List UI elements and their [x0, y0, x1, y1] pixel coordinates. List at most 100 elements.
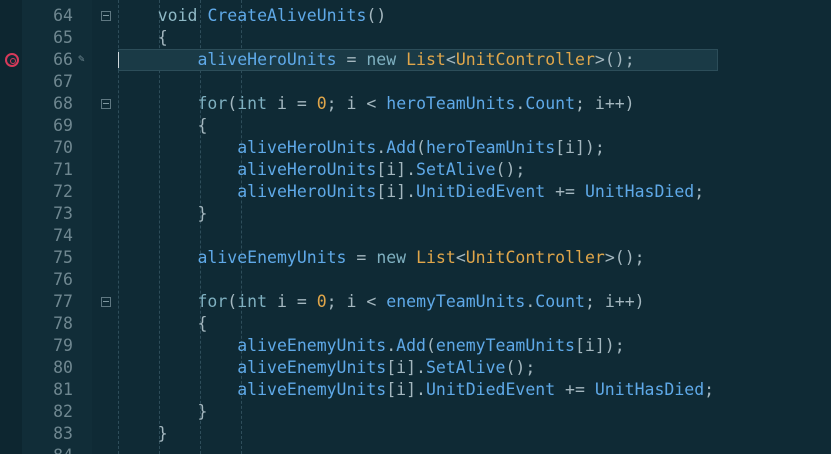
- code-token: [i].: [386, 380, 426, 399]
- code-token: int: [237, 292, 268, 311]
- code-line[interactable]: 69 {: [0, 115, 831, 137]
- code-editor[interactable]: 64 void CreateAliveUnits() 65 {✎ 66 aliveH…: [0, 0, 831, 454]
- code-line[interactable]: ✎ 66 aliveHeroUnits = new List<UnitContro…: [0, 49, 831, 71]
- code-token: void: [157, 6, 198, 25]
- line-number: 68: [53, 94, 73, 113]
- edit-pencil-icon: ✎: [78, 52, 85, 65]
- fold-toggle-icon[interactable]: [101, 99, 111, 109]
- code-line[interactable]: 73 }: [0, 203, 831, 225]
- code-token: UnitDiedEvent: [425, 380, 556, 399]
- code-text[interactable]: aliveHeroUnits.Add(heroTeamUnits[i]);: [118, 137, 605, 159]
- code-token: [i]);: [575, 336, 625, 355]
- code-line[interactable]: 67: [0, 71, 831, 93]
- code-text[interactable]: aliveEnemyUnits[i].UnitDiedEvent += Unit…: [118, 379, 714, 401]
- code-text[interactable]: {: [118, 313, 207, 335]
- code-token: }: [197, 204, 208, 223]
- code-token: (): [366, 6, 387, 25]
- code-token: List: [406, 50, 446, 69]
- code-line[interactable]: 78 {: [0, 313, 831, 335]
- code-text[interactable]: aliveEnemyUnits[i].SetAlive();: [118, 357, 535, 379]
- code-token: Add: [386, 138, 417, 157]
- code-line[interactable]: 83 }: [0, 423, 831, 445]
- code-line[interactable]: 76: [0, 269, 831, 291]
- code-token: new: [376, 248, 407, 267]
- code-token: [i].: [376, 160, 417, 179]
- code-token: aliveEnemyUnits: [237, 336, 387, 355]
- code-token: {: [197, 116, 208, 135]
- code-line[interactable]: 80 aliveEnemyUnits[i].SetAlive();: [0, 357, 831, 379]
- code-line[interactable]: 75 aliveEnemyUnits = new List<UnitContro…: [0, 247, 831, 269]
- code-line[interactable]: 72 aliveHeroUnits[i].UnitDiedEvent += Un…: [0, 181, 831, 203]
- line-number: 73: [53, 204, 73, 223]
- code-token: +=: [545, 182, 585, 201]
- code-line[interactable]: 81 aliveEnemyUnits[i].UnitDiedEvent += U…: [0, 379, 831, 401]
- line-number: 67: [53, 72, 73, 91]
- line-number: 71: [53, 160, 73, 179]
- code-text[interactable]: void CreateAliveUnits(): [118, 5, 387, 27]
- code-text[interactable]: }: [118, 401, 207, 423]
- code-line[interactable]: 84: [0, 445, 831, 454]
- line-number: 70: [53, 138, 73, 157]
- code-token: aliveHeroUnits: [237, 160, 377, 179]
- code-token: ; i <: [326, 292, 387, 311]
- code-token: <: [445, 50, 456, 69]
- code-line[interactable]: 68 for(int i = 0; i < heroTeamUnits.Coun…: [0, 93, 831, 115]
- code-text[interactable]: {: [118, 115, 207, 137]
- code-text[interactable]: aliveHeroUnits[i].SetAlive();: [118, 159, 525, 181]
- code-text[interactable]: for(int i = 0; i < enemyTeamUnits.Count;…: [118, 291, 645, 313]
- code-text[interactable]: aliveHeroUnits[i].UnitDiedEvent += UnitH…: [118, 181, 704, 203]
- code-line[interactable]: 70 aliveHeroUnits.Add(heroTeamUnits[i]);: [0, 137, 831, 159]
- code-line[interactable]: 77 for(int i = 0; i < enemyTeamUnits.Cou…: [0, 291, 831, 313]
- code-text[interactable]: }: [118, 423, 168, 445]
- fold-toggle-icon[interactable]: [101, 297, 111, 307]
- code-token: {: [197, 314, 208, 333]
- code-token: UnitHasDied: [584, 182, 695, 201]
- code-token: >();: [594, 50, 635, 69]
- code-token: enemyTeamUnits: [435, 336, 575, 355]
- code-token: .: [386, 336, 397, 355]
- code-token: }: [157, 424, 168, 443]
- line-number: 75: [53, 248, 73, 267]
- code-line[interactable]: 74: [0, 225, 831, 247]
- code-token: =: [336, 50, 367, 69]
- code-token: aliveEnemyUnits: [237, 380, 387, 399]
- code-line[interactable]: 64 void CreateAliveUnits(): [0, 5, 831, 27]
- code-text[interactable]: aliveEnemyUnits.Add(enemyTeamUnits[i]);: [118, 335, 625, 357]
- code-text[interactable]: {: [118, 27, 168, 49]
- code-token: ; i++): [584, 292, 645, 311]
- code-text[interactable]: aliveEnemyUnits = new List<UnitControlle…: [118, 247, 644, 269]
- fold-toggle-icon[interactable]: [101, 11, 111, 21]
- code-token: +=: [555, 380, 595, 399]
- line-number: 74: [53, 226, 73, 245]
- code-line[interactable]: 79 aliveEnemyUnits.Add(enemyTeamUnits[i]…: [0, 335, 831, 357]
- code-token: aliveEnemyUnits: [237, 358, 387, 377]
- line-number: 79: [53, 336, 73, 355]
- code-token: 0: [316, 94, 327, 113]
- code-line[interactable]: 71 aliveHeroUnits[i].SetAlive();: [0, 159, 831, 181]
- code-text[interactable]: for(int i = 0; i < heroTeamUnits.Count; …: [118, 93, 634, 115]
- code-token: (: [227, 94, 238, 113]
- code-line[interactable]: 82 }: [0, 401, 831, 423]
- code-token: enemyTeamUnits: [386, 292, 526, 311]
- code-token: ;: [704, 380, 715, 399]
- code-line[interactable]: 65 {: [0, 27, 831, 49]
- line-number: 77: [53, 292, 73, 311]
- code-token: [i].: [376, 182, 417, 201]
- code-token: Count: [535, 292, 585, 311]
- code-text[interactable]: aliveHeroUnits = new List<UnitController…: [118, 49, 635, 71]
- code-token: Count: [525, 94, 576, 113]
- code-token: aliveHeroUnits: [237, 182, 377, 201]
- code-text[interactable]: }: [118, 203, 207, 225]
- breakpoint-icon[interactable]: [5, 53, 19, 67]
- code-token: CreateAliveUnits: [207, 6, 367, 25]
